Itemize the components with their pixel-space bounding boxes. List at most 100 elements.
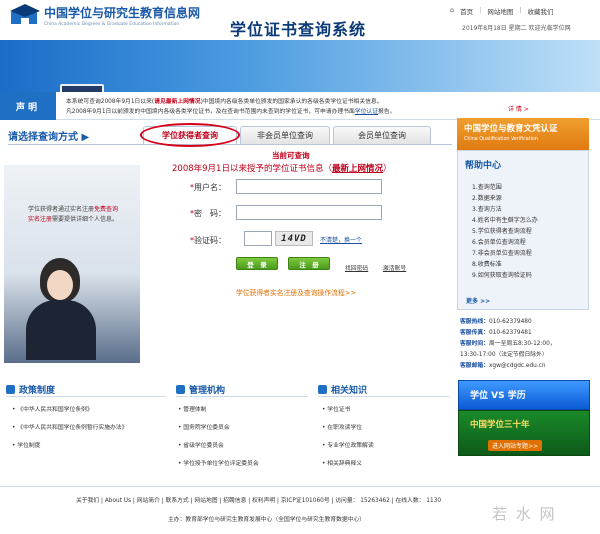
top-link-sitemap[interactable]: 网站地图 xyxy=(487,6,513,16)
hotline-label: 客服热线： xyxy=(460,319,489,325)
current-query-label: 当前可查询 xyxy=(272,151,310,160)
list-item-text[interactable]: 在职攻读学位 xyxy=(327,425,362,431)
top-link-home[interactable]: 首页 xyxy=(460,6,473,16)
caption-text: 学位获得者通过实名注册 xyxy=(28,206,95,213)
list-item-text[interactable]: 省级学位委员会 xyxy=(183,443,224,449)
help-item[interactable]: 2.数据来源 xyxy=(472,193,538,204)
list-item[interactable]: • 相关辞典释义 xyxy=(322,458,374,476)
password-input[interactable] xyxy=(236,205,382,220)
section-knowledge-title: 相关知识 xyxy=(318,383,367,396)
help-item[interactable]: 8.收费标准 xyxy=(472,259,538,270)
help-list: 1.查询范围 2.数据来源 3.查询方法 4.姓名中有生僻字怎么办 5.学位获得… xyxy=(472,182,538,281)
help-item[interactable]: 5.学位获得者查询流程 xyxy=(472,226,538,237)
username-label: *用户名： xyxy=(190,182,226,193)
help-item[interactable]: 3.查询方法 xyxy=(472,204,538,215)
query-type-label: 请选择查询方式 ▶ xyxy=(8,128,89,143)
help-item[interactable]: 1.查询范围 xyxy=(472,182,538,193)
list-item[interactable]: • 学位证书 xyxy=(322,404,374,422)
fax-value: 010-62379481 xyxy=(489,330,532,336)
tab-nonmember-query[interactable]: 非会员单位查询 xyxy=(240,126,330,144)
notice-label: 声明 xyxy=(0,92,56,120)
help-more-link[interactable]: 更多 >> xyxy=(466,296,490,305)
hours-label: 客服时间： xyxy=(460,341,489,347)
captcha-image[interactable]: 14VD xyxy=(275,231,313,246)
list-item-text[interactable]: 学位制度 xyxy=(17,443,40,449)
help-item[interactable]: 9.如何获取查询验证码 xyxy=(472,270,538,281)
help-item[interactable]: 7.非会员单位查询流程 xyxy=(472,248,538,259)
caption-free: 免费查询 xyxy=(94,206,119,213)
tabs-divider xyxy=(8,144,452,145)
document-icon xyxy=(6,385,15,394)
notice-line-1: 本系统可查询2008年9月1日以来(请见最新上网情况)中国境内各级各类单位颁发的… xyxy=(66,96,383,105)
degree-verification-link[interactable]: 学位认证 xyxy=(355,109,378,115)
list-item-text[interactable]: 专业学位政策解读 xyxy=(327,443,373,449)
list-item-text[interactable]: 管理体制 xyxy=(183,407,206,413)
contact-info: 客服热线：010-62379480 客服传真：010-62379481 客服时间… xyxy=(460,317,556,372)
top-link-favorite[interactable]: 收藏我们 xyxy=(528,6,554,16)
orgs-list: • 管理体制 • 国务院学位委员会 • 省级学位委员会 • 学位授予单位学位评定… xyxy=(178,404,259,476)
captcha-input[interactable] xyxy=(244,231,272,246)
section-title-text: 管理机构 xyxy=(189,386,226,396)
photo-caption: 学位获得者通过实名注册免费查询 实名注册需要提供详细个人信息。 xyxy=(28,205,136,225)
knowledge-list: • 学位证书 • 在职攻读学位 • 专业学位政策解读 • 相关辞典释义 xyxy=(322,404,374,476)
caption-register: 实名注册 xyxy=(28,216,53,223)
activate-account-link[interactable]: 激活账号 xyxy=(383,263,406,272)
email-value[interactable]: xgw@cdgdc.edu.cn xyxy=(489,363,546,369)
enter-topic-button[interactable]: 进入网站专题>> xyxy=(488,440,543,451)
register-button[interactable]: 注 册 xyxy=(288,257,330,270)
list-item-text[interactable]: 相关辞典释义 xyxy=(327,461,362,467)
forgot-password-link[interactable]: 找回密码 xyxy=(345,263,368,272)
list-item-text[interactable]: 《中华人民共和国学位条例》 xyxy=(17,407,92,413)
system-title: 学位证书查询系统 xyxy=(230,20,367,39)
date-text: 2019年8月18日 星期二 xyxy=(462,25,527,32)
list-item[interactable]: • 学位授予单位学位评定委员会 xyxy=(178,458,259,476)
list-item[interactable]: • 省级学位委员会 xyxy=(178,440,259,458)
notice-text: 本系统可查询2008年9月1日以来( xyxy=(66,99,155,105)
section-policy-title: 政策制度 xyxy=(6,383,55,396)
site-title[interactable]: 中国学位与研究生教育信息网 xyxy=(44,4,200,21)
username-input[interactable] xyxy=(236,179,382,194)
list-item-text[interactable]: 学位证书 xyxy=(327,407,350,413)
query-type-text: 请选择查询方式 xyxy=(8,132,78,143)
book-icon xyxy=(318,385,327,394)
section-divider xyxy=(318,396,450,397)
monitor-illustration xyxy=(60,84,104,92)
process-guide-link[interactable]: 学位获得者实名注册及查询操作流程>> xyxy=(236,287,356,297)
divider: | xyxy=(479,6,482,14)
section-divider xyxy=(176,396,308,397)
ad-bottom-text[interactable]: 中国学位三十年 xyxy=(470,418,530,430)
list-item[interactable]: • 在职攻读学位 xyxy=(322,422,374,440)
notice-line-2: 凡2008年9月1日以前颁发的中国境内各级各类学位证书，及在查询书范围内未查到的… xyxy=(66,106,395,115)
list-item[interactable]: • 管理体制 xyxy=(178,404,259,422)
section-orgs-title: 管理机构 xyxy=(176,383,225,396)
list-item[interactable]: • 国务院学位委员会 xyxy=(178,422,259,440)
help-item[interactable]: 6.会员单位查询流程 xyxy=(472,237,538,248)
list-item[interactable]: • 专业学位政策解读 xyxy=(322,440,374,458)
latest-status-link-2[interactable]: 最新上网情况 xyxy=(332,164,383,174)
username-label-text: 用户名： xyxy=(194,183,226,192)
list-item[interactable]: • 学位制度 xyxy=(12,440,127,458)
list-item[interactable]: • 《中华人民共和国学位条例暂行实施办法》 xyxy=(12,422,127,440)
list-item[interactable]: • 《中华人民共和国学位条例》 xyxy=(12,404,127,422)
list-item-text[interactable]: 学位授予单位学位评定委员会 xyxy=(183,461,258,467)
certification-title[interactable]: 中国学位与教育文凭认证 xyxy=(464,122,558,134)
home-icon: ⌂ xyxy=(450,6,455,14)
top-links: ⌂ 首页 | 网站地图 | 收藏我们 xyxy=(450,6,554,16)
password-label-text: 密 码： xyxy=(194,209,226,218)
fax-label: 客服传真： xyxy=(460,330,489,336)
hours-value: 周一至周五8:30-12:00， xyxy=(489,341,556,347)
policy-list: • 《中华人民共和国学位条例》 • 《中华人民共和国学位条例暂行实施办法》 • … xyxy=(12,404,127,458)
notice-detail-link[interactable]: 详 情 > xyxy=(508,104,529,113)
list-item-text[interactable]: 国务院学位委员会 xyxy=(183,425,229,431)
footer-links[interactable]: 关于我们 | About Us | 网站简介 | 联系方式 | 网站地图 | 招… xyxy=(76,495,441,504)
date-bar: 2019年8月18日 星期二 欢迎光临学位网 xyxy=(462,23,571,32)
tab-member-query[interactable]: 会员单位查询 xyxy=(333,126,431,144)
help-item[interactable]: 4.姓名中有生僻字怎么办 xyxy=(472,215,538,226)
latest-status-link[interactable]: 请见最新上网情况 xyxy=(154,99,200,105)
ad-top-text[interactable]: 学位 VS 学历 xyxy=(470,388,526,401)
list-item-text[interactable]: 《中华人民共和国学位条例暂行实施办法》 xyxy=(17,425,127,431)
login-button[interactable]: 登 录 xyxy=(236,257,278,270)
captcha-refresh-link[interactable]: 不清楚，换一个 xyxy=(320,235,362,244)
site-logo-icon[interactable] xyxy=(10,4,40,26)
password-label: *密 码： xyxy=(190,208,226,219)
